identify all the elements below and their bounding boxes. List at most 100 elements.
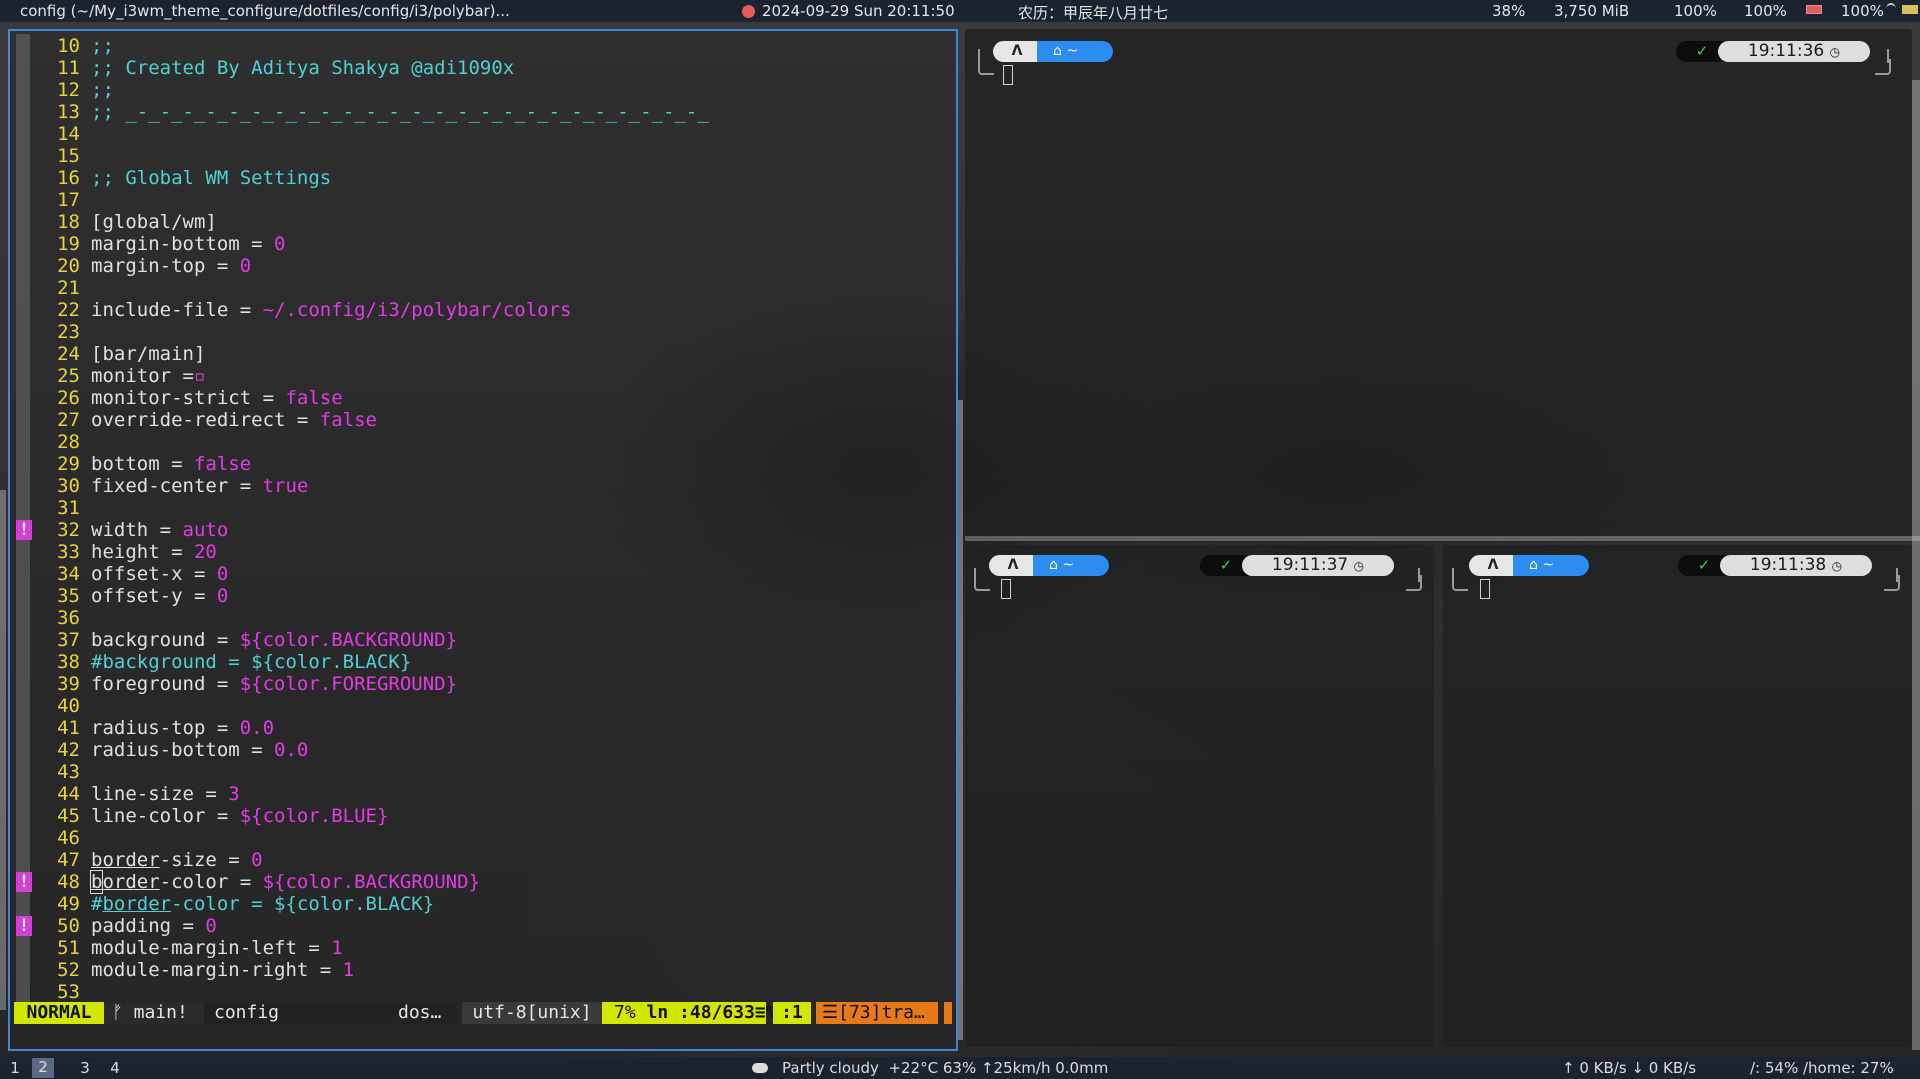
line-number: 15 bbox=[57, 145, 80, 167]
prompt-bracket bbox=[1418, 568, 1420, 582]
code-line[interactable]: 36 bbox=[32, 607, 709, 629]
code-value: true bbox=[262, 475, 309, 497]
code-line[interactable]: 51 module-margin-left = 1 bbox=[32, 937, 709, 959]
code-line[interactable]: 39 foreground = ${color.FOREGROUND} bbox=[32, 673, 709, 695]
code-value: 0 bbox=[239, 255, 252, 277]
code-line[interactable]: 29 bottom = false bbox=[32, 453, 709, 475]
time-text: 19:11:37 bbox=[1271, 555, 1349, 575]
code-line[interactable]: 50 padding = 0 bbox=[32, 915, 709, 937]
code-text: offset-x = bbox=[91, 563, 217, 585]
code-line[interactable]: 53 bbox=[32, 981, 709, 1003]
code-line[interactable]: 16 ;; Global WM Settings bbox=[32, 167, 709, 189]
code-line[interactable]: 24 [bar/main] bbox=[32, 343, 709, 365]
line-number: 42 bbox=[57, 739, 80, 761]
code-line[interactable]: 15 bbox=[32, 145, 709, 167]
line-number: 22 bbox=[57, 299, 80, 321]
code-line[interactable]: 14 bbox=[32, 123, 709, 145]
code-line[interactable]: 37 background = ${color.BACKGROUND} bbox=[32, 629, 709, 651]
code-line[interactable]: 49 #border-color = ${color.BLACK} bbox=[32, 893, 709, 915]
prompt-bracket bbox=[1887, 49, 1889, 63]
code-line[interactable]: 10;; bbox=[32, 35, 709, 57]
code-line[interactable]: 11 ;; Created By Aditya Shakya @adi1090x bbox=[32, 57, 709, 79]
code-comment: ;; Created By Aditya Shakya @adi1090x bbox=[91, 57, 515, 79]
workspace-3[interactable]: 3 bbox=[74, 1059, 96, 1077]
code-line[interactable]: 48 border-color = ${color.BACKGROUND} bbox=[32, 870, 709, 894]
line-number: 44 bbox=[57, 783, 80, 805]
code-line[interactable]: 23 bbox=[32, 321, 709, 343]
line-number: 35 bbox=[57, 585, 80, 607]
code-line[interactable]: 20 margin-top = 0 bbox=[32, 255, 709, 277]
code-comment: # bbox=[91, 893, 103, 915]
code-text: -color = bbox=[159, 871, 263, 893]
line-number: 28 bbox=[57, 431, 80, 453]
code-line[interactable]: 52 module-margin-right = 1 bbox=[32, 959, 709, 981]
code-line[interactable]: 47 border-size = 0 bbox=[32, 849, 709, 871]
terminal-window[interactable]: ᐱ ⌂ ~ ✓ 19:11:36 ◷ bbox=[965, 29, 1912, 536]
code-line[interactable]: 30 fixed-center = true bbox=[32, 475, 709, 497]
code-line[interactable]: 31 bbox=[32, 497, 709, 519]
code-line[interactable]: 12;; bbox=[32, 79, 709, 101]
clock-icon: ◷ bbox=[1829, 45, 1841, 59]
code-value: 0.0 bbox=[239, 717, 275, 739]
vim-editor-window[interactable]: ! ! ! 10;; 11;; Created By Aditya Shakya … bbox=[8, 29, 958, 1051]
prompt-time: 19:11:36 ◷ bbox=[1718, 41, 1870, 62]
code-line[interactable]: 18 [global/wm] bbox=[32, 211, 709, 233]
workspace-2[interactable]: 2 bbox=[32, 1058, 54, 1078]
warning-sign: ! bbox=[16, 916, 32, 936]
datetime-module[interactable]: 2024-09-29 Sun 20:11:50 bbox=[742, 2, 955, 20]
code-text: include-file = bbox=[91, 299, 263, 321]
code-value: false bbox=[285, 387, 343, 409]
code-line[interactable]: 46 bbox=[32, 827, 709, 849]
scroll-percent: 7% bbox=[614, 1002, 636, 1023]
code-line[interactable]: 27 override-redirect = false bbox=[32, 409, 709, 431]
code-buffer[interactable]: 10;; 11;; Created By Aditya Shakya @adi10… bbox=[32, 35, 709, 1003]
prompt-segment: ᐱ ⌂ ~ bbox=[993, 41, 1113, 62]
code-line[interactable]: 13 ;; _-_-_-_-_-_-_-_-_-_-_-_-_-_-_-_-_-_… bbox=[32, 101, 709, 123]
line-number: 12 bbox=[57, 79, 80, 101]
code-line[interactable]: 43 bbox=[32, 761, 709, 783]
code-line[interactable]: 25 monitor =▫ bbox=[32, 365, 709, 387]
code-line[interactable]: 41 radius-top = 0.0 bbox=[32, 717, 709, 739]
code-line[interactable]: 26 monitor-strict = false bbox=[32, 387, 709, 409]
stat-one: 100% bbox=[1674, 2, 1717, 20]
line-number: 18 bbox=[57, 211, 80, 233]
code-line[interactable]: 21 bbox=[32, 277, 709, 299]
code-text: bottom = bbox=[91, 453, 194, 475]
code-text: height = bbox=[91, 541, 194, 563]
code-line[interactable]: 33 height = 20 bbox=[32, 541, 709, 563]
code-line[interactable]: 45 line-color = ${color.BLUE} bbox=[32, 805, 709, 827]
disk-usage: /: 54% /home: 27% bbox=[1750, 1059, 1894, 1077]
terminal-window[interactable]: ᐱ ⌂ ~ ✓ 19:11:37 ◷ bbox=[965, 545, 1434, 1047]
code-text: line-color = bbox=[91, 805, 240, 827]
line-number: 45 bbox=[57, 805, 80, 827]
code-line[interactable]: 22 include-file = ~/.config/i3/polybar/co… bbox=[32, 299, 709, 321]
code-text: margin-bottom = bbox=[91, 233, 275, 255]
code-comment: ;; bbox=[91, 35, 114, 57]
line-number: 21 bbox=[57, 277, 80, 299]
wifi-icon bbox=[1884, 2, 1898, 20]
code-line[interactable]: 19 margin-bottom = 0 bbox=[32, 233, 709, 255]
code-line[interactable]: 17 bbox=[32, 189, 709, 211]
code-text: radius-bottom = bbox=[91, 739, 275, 761]
vim-statusline: NORMAL ᚠ main! config dos… utf-8[unix] 7… bbox=[14, 1002, 952, 1024]
code-comment: ;; Global WM Settings bbox=[91, 167, 332, 189]
code-line[interactable]: 34 offset-x = 0 bbox=[32, 563, 709, 585]
code-line[interactable]: 42 radius-bottom = 0.0 bbox=[32, 739, 709, 761]
code-value: ▫ bbox=[193, 365, 206, 387]
line-number: 17 bbox=[57, 189, 80, 211]
time-segment: ✓ 19:11:38 ◷ bbox=[1678, 555, 1872, 576]
code-line[interactable]: 40 bbox=[32, 695, 709, 717]
code-value: 0.0 bbox=[274, 739, 309, 761]
code-value: 0 bbox=[216, 563, 229, 585]
line-number: 30 bbox=[57, 475, 80, 497]
code-line[interactable]: 44 line-size = 3 bbox=[32, 783, 709, 805]
line-number: 38 bbox=[57, 651, 80, 673]
code-line[interactable]: 32 width = auto bbox=[32, 519, 709, 541]
terminal-window[interactable]: ᐱ ⌂ ~ ✓ 19:11:38 ◷ bbox=[1443, 545, 1912, 1047]
code-line[interactable]: 28 bbox=[32, 431, 709, 453]
workspace-4[interactable]: 4 bbox=[104, 1059, 126, 1077]
code-line[interactable]: 35 offset-y = 0 bbox=[32, 585, 709, 607]
code-line[interactable]: 38 #background = ${color.BLACK} bbox=[32, 651, 709, 673]
code-value: 3 bbox=[228, 783, 240, 805]
workspace-1[interactable]: 1 bbox=[4, 1059, 26, 1077]
